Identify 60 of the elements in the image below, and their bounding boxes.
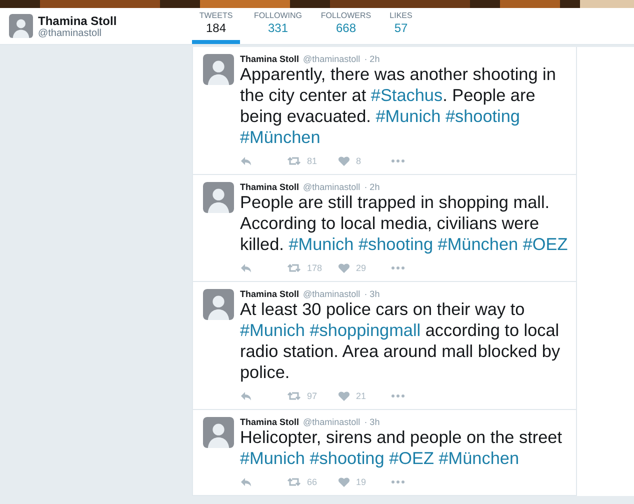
hashtag-link[interactable]: #Munich — [240, 448, 305, 468]
retweet-icon[interactable] — [287, 477, 301, 487]
hashtag-link[interactable]: #shoppingmall — [310, 320, 421, 340]
author-name[interactable]: Thamina Stoll — [240, 54, 300, 64]
hashtag-link[interactable]: #Munich — [288, 234, 354, 254]
hashtag-link[interactable]: #München — [240, 127, 320, 147]
hashtag-link[interactable]: #München — [438, 234, 518, 254]
hashtag-link[interactable]: #Munich — [240, 320, 305, 340]
tweet-time[interactable]: · 2h — [364, 54, 380, 64]
profile-tab[interactable]: LIKES 57 — [384, 8, 418, 44]
tweet-text: Apparently, there was another shooting in the city center at #Stachus. People are being evacuated. #Munich #shooting #München — [240, 64, 557, 148]
author-handle: @thaminastoll — [303, 182, 360, 192]
profile-name: Thamina Stoll — [38, 14, 117, 28]
profile-handle: @thaminastoll — [38, 28, 103, 38]
retweet-icon[interactable] — [287, 156, 301, 166]
reply-icon[interactable] — [240, 391, 252, 401]
like-count: 8 — [356, 156, 362, 166]
reply-icon[interactable] — [240, 156, 252, 166]
reply-icon[interactable] — [240, 477, 252, 487]
author-name[interactable]: Thamina Stoll — [240, 417, 300, 427]
tweet-time[interactable]: · 3h — [364, 289, 380, 299]
avatar-icon[interactable] — [9, 14, 33, 38]
hashtag-link[interactable]: #München — [438, 448, 520, 468]
tweet-time[interactable]: · 2h — [364, 182, 380, 192]
profile-tab[interactable]: FOLLOWERS 668 — [316, 8, 376, 44]
retweet-count: 81 — [307, 156, 318, 166]
like-count: 21 — [356, 391, 366, 401]
hashtag-link[interactable]: #shooting — [358, 234, 434, 254]
tweet-text: People are still trapped in shopping mall. According to local media, civilians were killed. #Munich #shooting #München #OEZ — [240, 192, 569, 255]
heart-icon[interactable] — [338, 391, 350, 401]
hashtag-link[interactable]: #shooting — [310, 448, 384, 468]
tweet-time[interactable]: · 3h — [364, 417, 380, 427]
hashtag-link[interactable]: #Munich — [376, 106, 441, 126]
avatar-icon[interactable] — [203, 289, 234, 320]
profile-tab[interactable]: FOLLOWING 331 — [250, 8, 306, 44]
author-name[interactable]: Thamina Stoll — [240, 289, 300, 299]
heart-icon[interactable] — [338, 156, 350, 166]
avatar-icon[interactable] — [203, 417, 234, 448]
like-count: 19 — [356, 477, 366, 487]
hashtag-link[interactable]: #Stachus — [370, 85, 443, 105]
retweet-icon[interactable] — [287, 391, 301, 401]
heart-icon[interactable] — [338, 477, 350, 487]
author-handle: @thaminastoll — [303, 417, 360, 427]
author-name[interactable]: Thamina Stoll — [240, 182, 300, 192]
reply-icon[interactable] — [240, 263, 252, 273]
hashtag-link[interactable]: #OEZ — [389, 448, 434, 468]
hashtag-link[interactable]: #shooting — [445, 106, 520, 126]
avatar-icon[interactable] — [203, 182, 234, 213]
retweet-count: 97 — [307, 391, 318, 401]
hashtag-link[interactable]: #OEZ — [522, 234, 568, 254]
retweet-count: 66 — [307, 477, 318, 487]
heart-icon[interactable] — [338, 263, 350, 273]
like-count: 29 — [356, 263, 366, 273]
author-handle: @thaminastoll — [303, 54, 360, 64]
avatar-icon[interactable] — [203, 54, 234, 85]
tweet-text: Helicopter, sirens and people on the street #Munich #shooting #OEZ #München — [240, 427, 563, 469]
retweet-count: 178 — [307, 263, 322, 273]
author-handle: @thaminastoll — [303, 289, 360, 299]
tweet-text: At least 30 police cars on their way to #Munich #shoppingmall according to local radio station. Area around mall blocked by police. — [240, 299, 562, 383]
retweet-icon[interactable] — [287, 263, 301, 273]
